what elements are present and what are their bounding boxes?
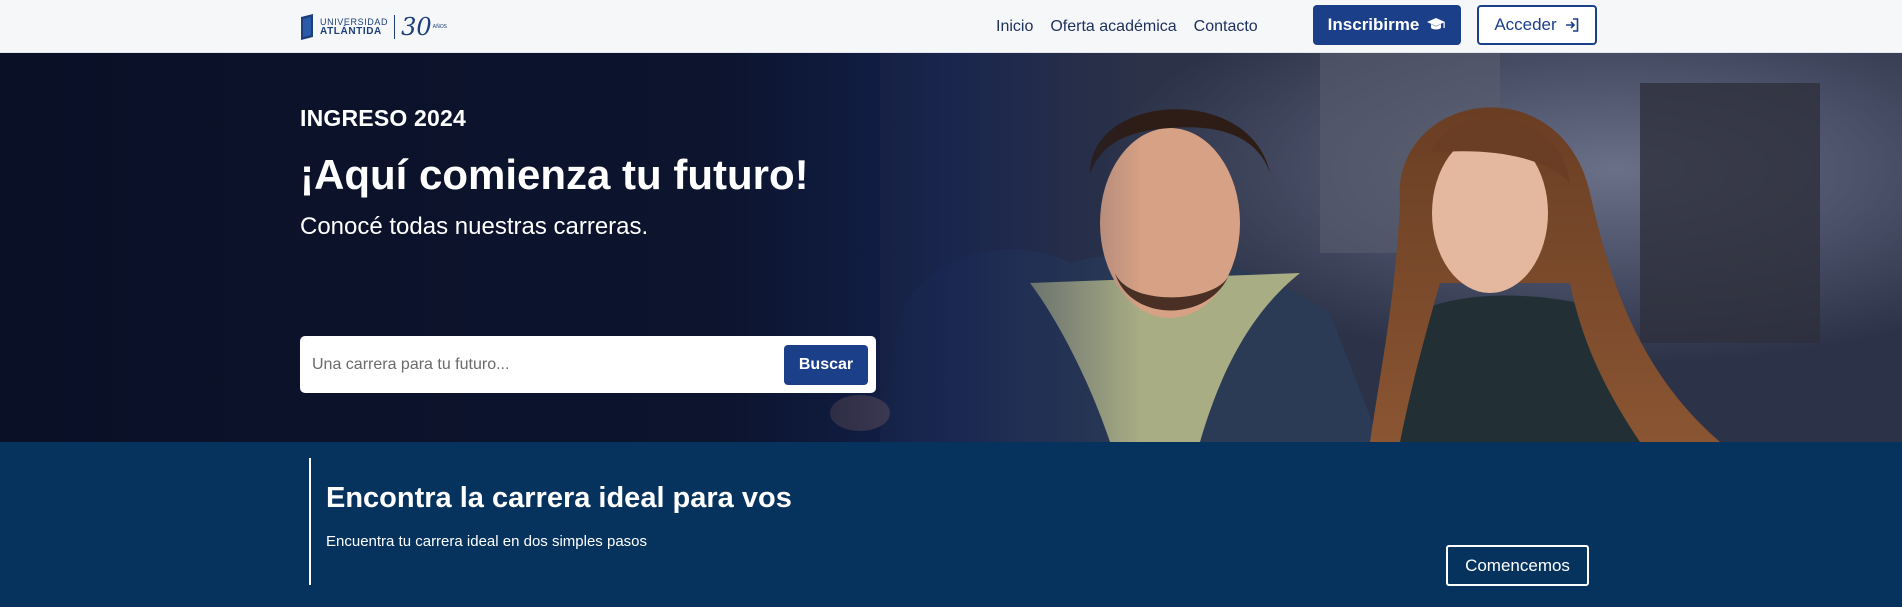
graduation-cap-icon [1427, 18, 1446, 30]
register-button[interactable]: Inscribirme [1313, 5, 1461, 45]
hero-subtitle: Conocé todas nuestras carreras. [300, 213, 649, 240]
career-search-box: Buscar [300, 336, 876, 393]
logo-anniversary-suffix: AÑOS [432, 24, 447, 30]
career-finder-title: Encontra la carrera ideal para vos [326, 482, 792, 514]
nav-link-contacto[interactable]: Contacto [1194, 18, 1258, 36]
logo-divider [394, 15, 396, 39]
navbar: UNIVERSIDAD ATLÁNTIDA 30 AÑOS Inicio Ofe… [0, 0, 1902, 53]
logo-mark-icon [301, 14, 313, 40]
career-finder-description: Encuentra tu carrera ideal en dos simple… [326, 533, 648, 550]
nav-link-inicio[interactable]: Inicio [996, 18, 1033, 36]
register-button-label: Inscribirme [1327, 15, 1420, 34]
page: UNIVERSIDAD ATLÁNTIDA 30 AÑOS Inicio Ofe… [0, 0, 1902, 607]
logo-anniversary: 30 [401, 13, 432, 41]
university-logo[interactable]: UNIVERSIDAD ATLÁNTIDA 30 AÑOS [300, 13, 447, 41]
sign-in-icon [1565, 18, 1578, 32]
nav-link-oferta-academica[interactable]: Oferta académica [1050, 18, 1176, 36]
hero-banner: INGRESO 2024 ¡Aquí comienza tu futuro! C… [0, 53, 1902, 442]
logo-text: UNIVERSIDAD ATLÁNTIDA [320, 17, 388, 37]
hero-title: ¡Aquí comienza tu futuro! [300, 151, 809, 198]
career-finder-section: Encontra la carrera ideal para vos Encue… [0, 442, 1902, 607]
hero-eyebrow: INGRESO 2024 [300, 105, 467, 131]
section-accent-rule [309, 458, 311, 585]
logo-line2: ATLÁNTIDA [320, 26, 382, 37]
career-search-input[interactable] [312, 355, 784, 374]
hero-gradient-overlay [0, 53, 1902, 442]
main-nav: Inicio Oferta académica Contacto [996, 0, 1275, 53]
login-button-label: Acceder [1494, 15, 1557, 34]
login-button[interactable]: Acceder [1477, 5, 1597, 45]
start-button[interactable]: Comencemos [1446, 545, 1589, 586]
search-button[interactable]: Buscar [784, 344, 868, 385]
